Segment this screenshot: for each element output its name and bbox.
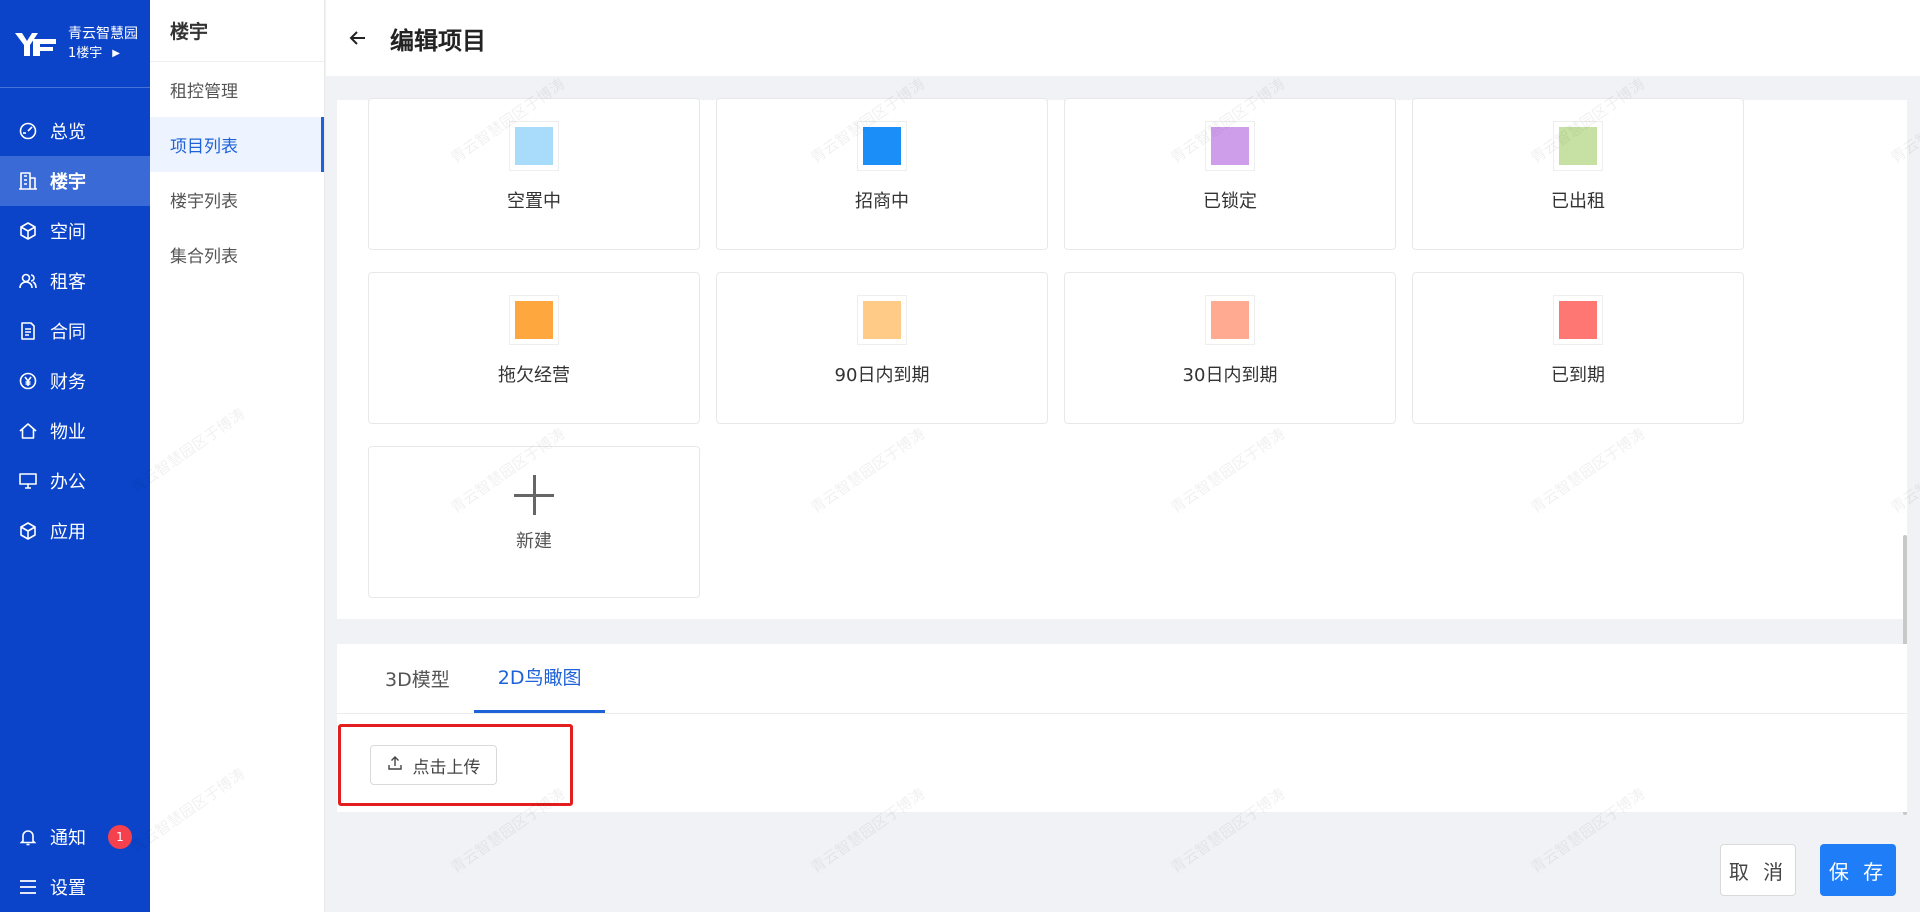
color-swatch-frame — [1205, 121, 1255, 171]
subnav-item-project-list[interactable]: 项目列表 — [150, 117, 324, 172]
color-swatch — [1559, 301, 1597, 339]
nav-item-label: 应用 — [50, 522, 86, 543]
color-swatch-frame — [857, 121, 907, 171]
status-label: 已到期 — [1551, 365, 1605, 386]
subnav-item-building-list[interactable]: 楼宇列表 — [150, 172, 324, 227]
cancel-button[interactable]: 取 消 — [1720, 844, 1796, 896]
status-card[interactable]: 已出租 — [1412, 98, 1744, 250]
color-swatch-frame — [1553, 295, 1603, 345]
back-arrow-icon[interactable] — [344, 24, 372, 52]
status-card[interactable]: 招商中 — [716, 98, 1048, 250]
model-tabs-panel: 3D模型 2D鸟瞰图 点击上传 — [337, 644, 1907, 812]
org-name: 青云智慧园区 — [68, 25, 138, 42]
status-card[interactable]: 已锁定 — [1064, 98, 1396, 250]
document-icon — [16, 319, 40, 343]
color-swatch-frame — [509, 121, 559, 171]
color-swatch — [515, 127, 553, 165]
main-sidebar: 青云智慧园区 1楼宇 ▶ 总览楼宇空间租客合同财务物业办公应用 通知 1 设置 — [0, 0, 150, 912]
app-icon — [16, 519, 40, 543]
yen-icon — [16, 369, 40, 393]
org-sub-label: 1楼宇 — [68, 45, 103, 61]
status-label: 30日内到期 — [1182, 365, 1278, 386]
nav-item-label: 通知 — [50, 828, 86, 849]
upload-highlight: 点击上传 — [338, 724, 573, 806]
notification-badge: 1 — [108, 825, 132, 849]
nav-item-monitor[interactable]: 办公 — [0, 456, 150, 506]
nav-item-label: 设置 — [50, 878, 86, 899]
plus-icon — [514, 475, 554, 515]
nav-item-label: 楼宇 — [50, 172, 86, 193]
status-card[interactable]: 拖欠经营 — [368, 272, 700, 424]
upload-icon — [387, 755, 403, 776]
status-label: 90日内到期 — [834, 365, 930, 386]
nav-item-label: 总览 — [50, 122, 86, 143]
nav-item-label: 办公 — [50, 472, 86, 493]
color-swatch — [515, 301, 553, 339]
home-icon — [16, 419, 40, 443]
nav-item-cube[interactable]: 空间 — [0, 206, 150, 256]
color-swatch — [863, 301, 901, 339]
color-swatch — [1211, 301, 1249, 339]
status-label: 已锁定 — [1203, 191, 1257, 212]
nav-item-dashboard[interactable]: 总览 — [0, 106, 150, 156]
nav-item-label: 合同 — [50, 322, 86, 343]
caret-right-icon: ▶ — [112, 47, 120, 59]
monitor-icon — [16, 469, 40, 493]
color-swatch — [1211, 127, 1249, 165]
tab-2d-aerial[interactable]: 2D鸟瞰图 — [473, 643, 606, 713]
status-card-panel: 空置中 招商中 已锁定 已出租拖欠经营 90日内到期 30日内到期 已到期新建 — [337, 98, 1907, 619]
color-swatch-frame — [509, 295, 559, 345]
color-swatch — [863, 127, 901, 165]
upload-button[interactable]: 点击上传 — [370, 745, 497, 785]
nav-item-notifications[interactable]: 通知 1 — [0, 812, 150, 862]
save-button[interactable]: 保 存 — [1820, 844, 1896, 896]
nav-item-label: 物业 — [50, 422, 86, 443]
nav-item-users[interactable]: 租客 — [0, 256, 150, 306]
secondary-sidebar: 楼宇 租控管理 项目列表 楼宇列表 集合列表 — [150, 0, 325, 912]
new-status-card[interactable]: 新建 — [368, 446, 700, 598]
subnav-item-collection-list[interactable]: 集合列表 — [150, 227, 324, 282]
nav-item-yen[interactable]: 财务 — [0, 356, 150, 406]
status-label: 拖欠经营 — [498, 365, 570, 386]
status-card[interactable]: 90日内到期 — [716, 272, 1048, 424]
logo — [12, 29, 58, 59]
nav-item-app[interactable]: 应用 — [0, 506, 150, 556]
status-card[interactable]: 空置中 — [368, 98, 700, 250]
nav-item-building[interactable]: 楼宇 — [0, 156, 150, 206]
subnav-item-rental-control[interactable]: 租控管理 — [150, 62, 324, 117]
status-label: 已出租 — [1551, 191, 1605, 212]
nav-item-label: 财务 — [50, 372, 86, 393]
color-swatch-frame — [1553, 121, 1603, 171]
status-card[interactable]: 已到期 — [1412, 272, 1744, 424]
subnav-title: 楼宇 — [150, 0, 324, 62]
color-swatch-frame — [1205, 295, 1255, 345]
menu-icon — [16, 875, 40, 899]
dashboard-icon — [16, 119, 40, 143]
cube-icon — [16, 219, 40, 243]
status-label: 空置中 — [507, 191, 561, 212]
page-title: 编辑项目 — [390, 26, 486, 55]
nav-item-document[interactable]: 合同 — [0, 306, 150, 356]
color-swatch-frame — [857, 295, 907, 345]
color-swatch — [1559, 127, 1597, 165]
tab-3d-model[interactable]: 3D模型 — [361, 643, 474, 713]
nav-item-label: 租客 — [50, 272, 86, 293]
status-label: 招商中 — [855, 191, 909, 212]
nav-item-settings[interactable]: 设置 — [0, 862, 150, 912]
upload-label: 点击上传 — [412, 757, 481, 778]
status-card[interactable]: 30日内到期 — [1064, 272, 1396, 424]
users-icon — [16, 269, 40, 293]
building-icon — [16, 169, 40, 193]
nav-item-home[interactable]: 物业 — [0, 406, 150, 456]
new-card-label: 新建 — [516, 531, 552, 552]
nav-item-label: 空间 — [50, 222, 86, 243]
org-switcher[interactable]: 青云智慧园区 1楼宇 ▶ — [0, 0, 150, 88]
page-header: 编辑项目 — [326, 0, 1920, 84]
bell-icon — [16, 825, 40, 849]
